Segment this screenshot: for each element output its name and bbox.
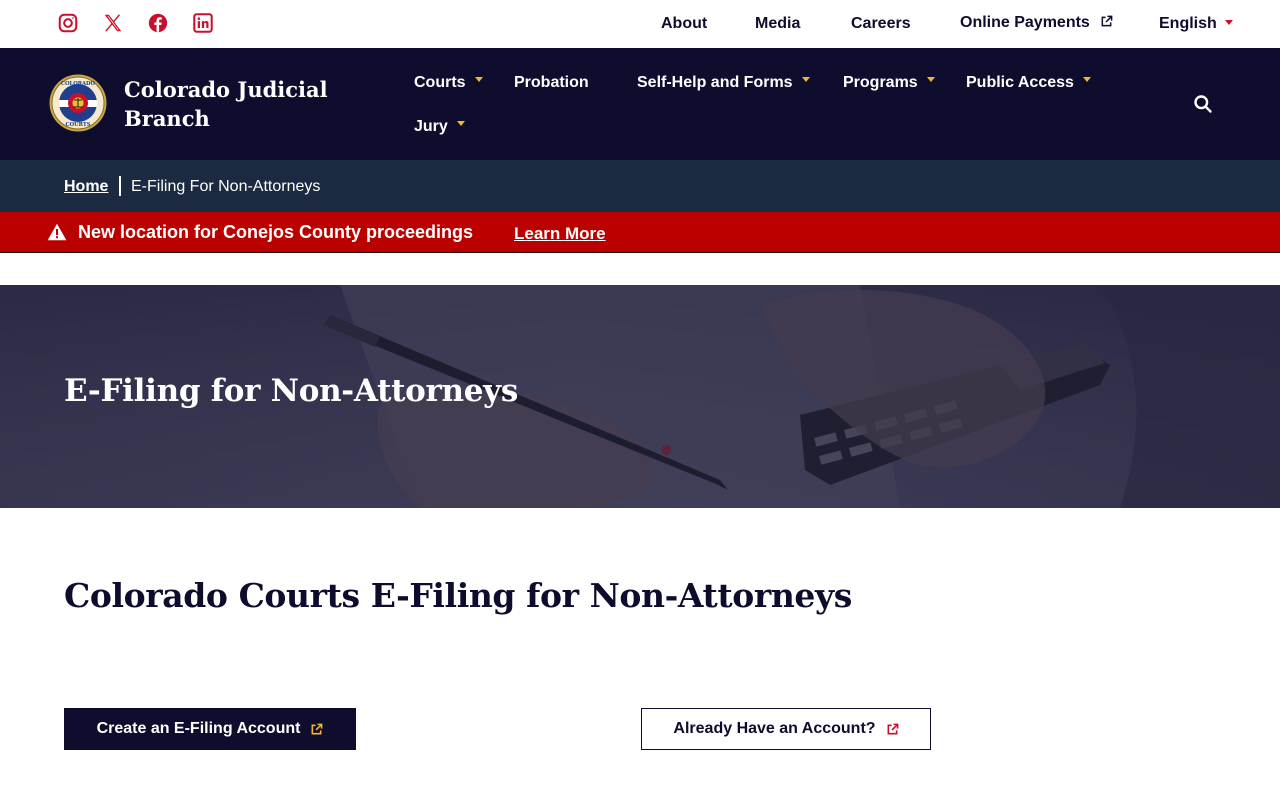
media-link[interactable]: Media (755, 14, 800, 34)
alert-learn-more-link[interactable]: Learn More (514, 223, 606, 244)
nav-public-access-label: Public Access (966, 74, 1074, 91)
nav-courts-label: Courts (414, 74, 466, 91)
warning-icon (47, 223, 67, 241)
site-brand-name[interactable]: Colorado Judicial Branch (124, 75, 344, 133)
breadcrumb-home-link[interactable]: Home (64, 177, 108, 197)
breadcrumb-separator (119, 176, 121, 196)
colorado-courts-seal-logo[interactable]: COLORADO COURTS (49, 74, 107, 132)
logo-text-top: COLORADO (61, 81, 96, 87)
external-link-icon (311, 723, 323, 734)
chevron-down-icon (926, 77, 935, 82)
chevron-down-icon (456, 121, 465, 126)
online-payments-link[interactable]: Online Payments (960, 13, 1113, 33)
logo-text-bottom: COURTS (66, 122, 91, 128)
online-payments-label: Online Payments (960, 14, 1090, 31)
careers-link[interactable]: Careers (851, 14, 911, 34)
nav-jury[interactable]: Jury (414, 117, 465, 137)
about-link[interactable]: About (661, 14, 707, 34)
nav-courts[interactable]: Courts (414, 73, 483, 93)
nav-programs-label: Programs (843, 74, 918, 91)
nav-probation-label: Probation (514, 74, 589, 91)
external-link-icon (1101, 15, 1113, 27)
external-link-icon (887, 723, 898, 734)
hero-banner: E-Filing for Non-Attorneys (0, 285, 1280, 508)
search-icon[interactable] (1193, 94, 1213, 114)
already-have-account-label: Already Have an Account? (673, 720, 876, 737)
nav-probation[interactable]: Probation (514, 73, 589, 93)
utility-links: About Media Careers Online Payments Engl… (0, 14, 1280, 36)
utility-bar: About Media Careers Online Payments Engl… (0, 0, 1280, 48)
alert-message: New location for Conejos County proceedi… (78, 222, 474, 242)
nav-public-access[interactable]: Public Access (966, 73, 1091, 93)
language-selector[interactable]: English (1159, 14, 1233, 34)
alert-banner: New location for Conejos County proceedi… (0, 212, 1280, 253)
main-navigation: COLORADO COURTS Colorado Judicial Branch… (0, 48, 1280, 160)
chevron-down-icon (1224, 20, 1233, 25)
chevron-down-icon (474, 77, 483, 82)
nav-self-help-label: Self-Help and Forms (637, 74, 793, 91)
chevron-down-icon (1082, 77, 1091, 82)
language-label: English (1159, 15, 1217, 32)
already-have-account-button[interactable]: Already Have an Account? (641, 708, 931, 750)
page-title: Colorado Courts E-Filing for Non-Attorne… (64, 576, 852, 615)
breadcrumb: Home E-Filing For Non-Attorneys (0, 160, 1280, 212)
hero-title: E-Filing for Non-Attorneys (64, 373, 519, 409)
nav-jury-label: Jury (414, 118, 448, 135)
chevron-down-icon (801, 77, 810, 82)
nav-programs[interactable]: Programs (843, 73, 935, 93)
breadcrumb-current-page: E-Filing For Non-Attorneys (131, 178, 321, 195)
create-efiling-account-button[interactable]: Create an E-Filing Account (64, 708, 356, 750)
nav-self-help-and-forms[interactable]: Self-Help and Forms (637, 73, 810, 93)
create-account-label: Create an E-Filing Account (96, 720, 301, 737)
